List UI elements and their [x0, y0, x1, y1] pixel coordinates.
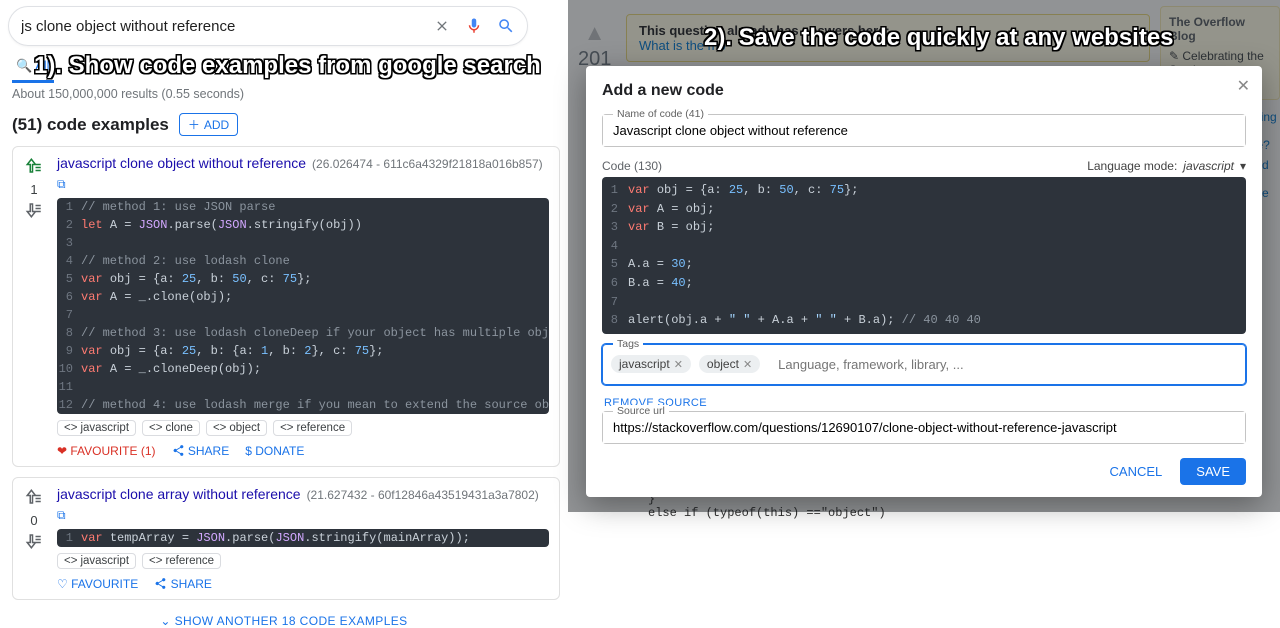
tag-icon: <> — [280, 422, 293, 434]
tag-chip[interactable]: <>object — [206, 420, 267, 436]
downvote-button[interactable] — [19, 532, 49, 553]
tag-chip-row: javascript ✕ object ✕ — [603, 345, 1245, 384]
tag-chip[interactable]: object ✕ — [699, 355, 760, 373]
tag-icon: <> — [64, 422, 77, 434]
donate-button[interactable]: $ DONATE — [245, 444, 304, 458]
code-label: Code (130) — [602, 159, 662, 173]
tag-icon: <> — [149, 555, 162, 567]
add-code-modal: ✕ Add a new code Name of code (41) Code … — [586, 66, 1262, 497]
source-url-field[interactable]: Source url — [602, 411, 1246, 444]
clear-icon[interactable] — [433, 17, 451, 35]
mic-icon[interactable] — [465, 17, 483, 35]
favourite-button[interactable]: ♡ FAVOURITE — [57, 577, 138, 591]
source-url-label: Source url — [613, 405, 669, 417]
tags-field[interactable]: Tags javascript ✕object ✕ — [602, 344, 1246, 385]
save-button[interactable]: SAVE — [1180, 458, 1246, 485]
tag-chip[interactable]: <>reference — [142, 553, 221, 569]
favourite-button[interactable]: ❤ FAVOURITE (1) — [57, 444, 156, 458]
tag-icon: <> — [213, 422, 226, 434]
plus-icon: ＋ — [188, 116, 200, 133]
vote-count: 0 — [19, 513, 49, 528]
show-more-button[interactable]: ⌄ SHOW ANOTHER 18 CODE EXAMPLES — [0, 614, 568, 628]
search-icon[interactable] — [497, 17, 515, 35]
upvote-button[interactable] — [19, 488, 49, 509]
external-link-icon[interactable]: ⧉ — [57, 177, 66, 192]
results-stats: About 150,000,000 results (0.55 seconds) — [12, 87, 568, 101]
code-meta: (21.627432 - 60f12846a43519431a3a7802) — [307, 488, 539, 502]
google-search-panel: 🔍 All About 150,000,000 results (0.55 se… — [0, 0, 568, 512]
tag-row: <>javascript <>clone <>object <>reference — [57, 420, 549, 436]
code-examples-heading: (51) code examples — [12, 115, 169, 135]
tag-chip[interactable]: javascript ✕ — [611, 355, 691, 373]
code-meta: (26.026474 - 611c6a4329f21818a016b857) — [312, 157, 543, 171]
share-button[interactable]: SHARE — [154, 577, 212, 591]
code-title-link[interactable]: javascript clone object without referenc… — [57, 155, 306, 171]
tag-row: <>javascript <>reference — [57, 553, 549, 569]
search-input[interactable] — [21, 18, 433, 35]
share-button[interactable]: SHARE — [172, 444, 230, 458]
tag-chip[interactable]: <>reference — [273, 420, 352, 436]
search-bar[interactable] — [8, 6, 528, 46]
code-card: 1 javascript clone object without refere… — [12, 146, 560, 467]
language-mode-select[interactable]: Language mode: javascript ▾ — [1087, 159, 1246, 173]
remove-tag-icon[interactable]: ✕ — [674, 358, 683, 371]
upvote-button[interactable] — [19, 157, 49, 178]
name-field[interactable]: Name of code (41) — [602, 114, 1246, 147]
code-editor[interactable]: 1var obj = {a: 25, b: 50, c: 75};2var A … — [602, 177, 1246, 334]
code-card: 0 javascript clone array without referen… — [12, 477, 560, 600]
name-label: Name of code (41) — [613, 108, 708, 120]
chevron-down-icon: ⌄ — [160, 614, 170, 628]
downvote-button[interactable] — [19, 201, 49, 222]
add-code-button[interactable]: ＋ADD — [179, 113, 238, 136]
cancel-button[interactable]: CANCEL — [1110, 464, 1163, 479]
vote-count: 1 — [19, 182, 49, 197]
code-title-link[interactable]: javascript clone array without reference — [57, 486, 301, 502]
tag-chip[interactable]: <>clone — [142, 420, 200, 436]
tags-input[interactable] — [768, 349, 1237, 380]
stackoverflow-panel: ▲ 201 This question already has answers … — [568, 0, 1280, 512]
code-block: 1// method 1: use JSON parse2let A = JSO… — [57, 198, 549, 414]
external-link-icon[interactable]: ⧉ — [57, 508, 66, 523]
tag-chip[interactable]: <>javascript — [57, 553, 136, 569]
remove-source-button[interactable]: REMOVE SOURCE — [604, 397, 1246, 409]
remove-tag-icon[interactable]: ✕ — [743, 358, 752, 371]
tag-chip[interactable]: <>javascript — [57, 420, 136, 436]
tag-icon: <> — [64, 555, 77, 567]
tags-label: Tags — [613, 338, 643, 350]
modal-title: Add a new code — [602, 82, 1246, 100]
source-url-input[interactable] — [603, 412, 1245, 443]
tab-all[interactable]: 🔍 All — [12, 52, 54, 83]
tag-icon: <> — [149, 422, 162, 434]
chevron-down-icon: ▾ — [1240, 159, 1246, 173]
close-icon[interactable]: ✕ — [1237, 76, 1250, 96]
code-block: 1var tempArray = JSON.parse(JSON.stringi… — [57, 529, 549, 547]
